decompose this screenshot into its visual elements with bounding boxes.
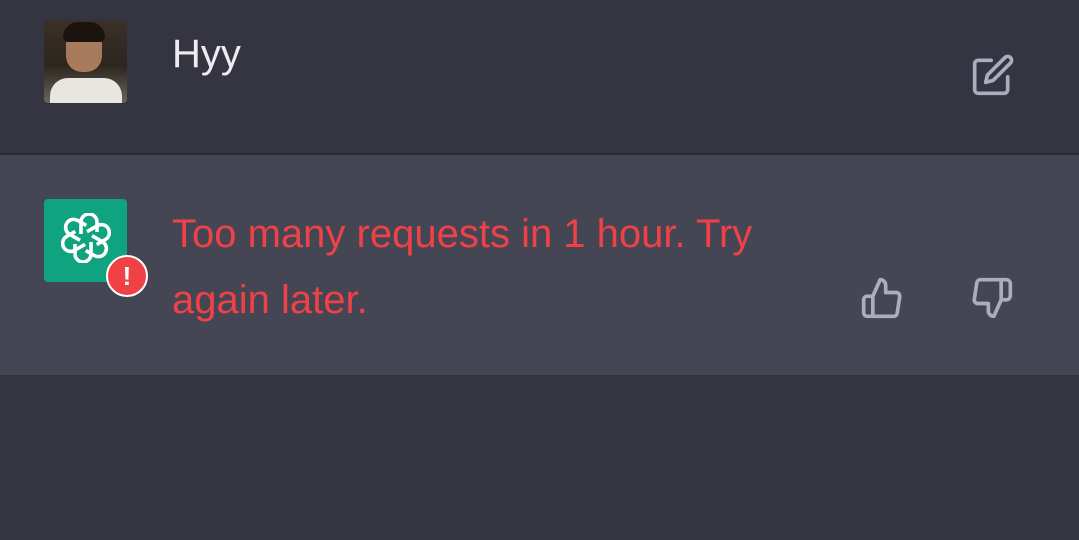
thumbs-down-button[interactable] [970,276,1014,320]
user-message-text: Hyy [172,32,241,76]
error-message-text: Too many requests in 1 hour. Try again l… [172,212,753,322]
user-message-row: Hyy [0,0,1079,153]
thumbs-up-icon [860,276,904,320]
user-avatar [44,20,127,103]
chat-page: Hyy ! Too many requests in 1 hour. Try a… [0,0,1079,540]
openai-logo-icon [60,212,111,268]
edit-message-button[interactable] [971,53,1015,97]
thumbs-up-button[interactable] [860,276,904,320]
edit-icon [971,53,1015,97]
error-badge: ! [106,255,148,297]
thumbs-down-icon [970,276,1014,320]
assistant-message-row: ! Too many requests in 1 hour. Try again… [0,155,1079,375]
